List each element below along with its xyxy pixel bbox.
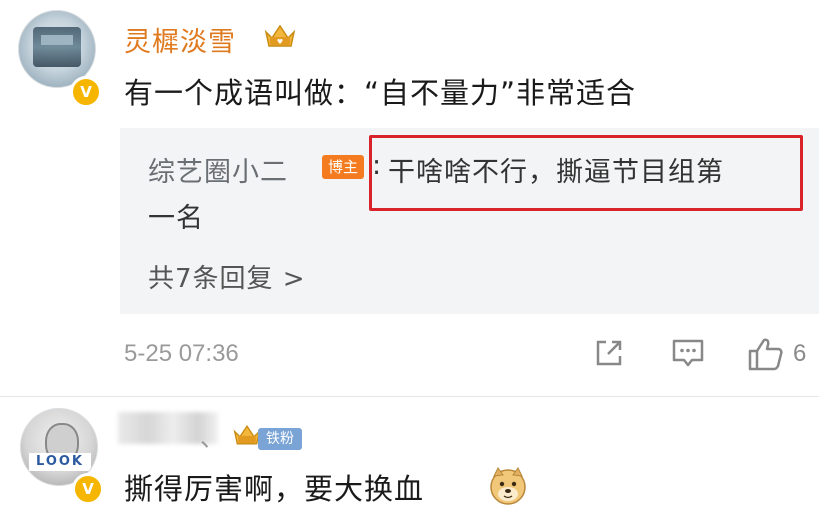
avatar-image [33, 27, 81, 67]
like-count: 6 [793, 340, 807, 367]
reply-text-continued: 一名 [148, 203, 204, 234]
blogger-badge: 博主 [322, 155, 364, 179]
username-separator: 、 [200, 424, 224, 452]
comment-text: 有一个成语叫做：“自不量力”非常适合 [124, 76, 637, 110]
view-replies-link[interactable]: 共7条回复 > [148, 258, 306, 295]
verified-badge-icon: V [70, 76, 102, 108]
like-icon[interactable] [746, 336, 786, 372]
divider [0, 396, 819, 397]
svg-text:♥: ♥ [277, 38, 283, 46]
avatar-tag: LOOK [29, 453, 91, 471]
verified-badge-icon: V [72, 473, 104, 505]
share-icon[interactable] [592, 336, 626, 370]
reply-author[interactable]: 综艺圈小二 [148, 150, 288, 189]
doge-emoji-icon [490, 467, 526, 505]
avatar-detail [41, 35, 73, 45]
comment-icon[interactable] [670, 336, 706, 370]
username[interactable]: 灵樨淡雪 [124, 20, 236, 59]
crown-icon: ♥ [264, 24, 296, 47]
fan-badge: 铁粉 [258, 428, 302, 450]
highlight-annotation [369, 135, 803, 211]
timestamp: 5-25 07:36 [124, 340, 239, 367]
comment-text: 撕得厉害啊，要大换血 [124, 472, 425, 506]
